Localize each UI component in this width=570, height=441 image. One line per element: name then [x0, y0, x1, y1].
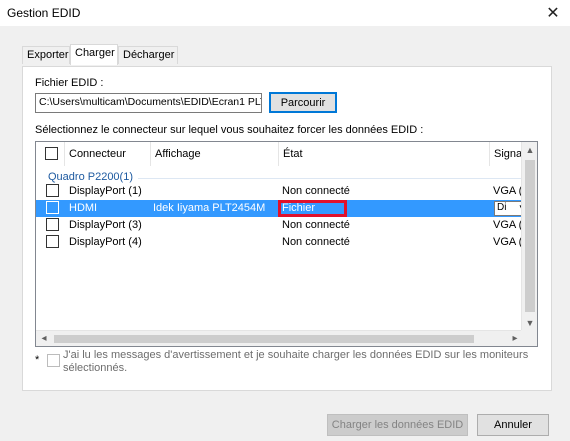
row-checkbox[interactable]: [46, 218, 59, 231]
signal-dropdown-value: Di: [497, 202, 507, 213]
row-signal: VGA (A: [493, 236, 523, 248]
group-divider: [138, 178, 528, 179]
row-connector: DisplayPort (3): [69, 219, 142, 231]
scroll-up-icon[interactable]: ▲: [522, 142, 537, 158]
scroll-down-icon[interactable]: ▼: [522, 315, 537, 331]
select-all-checkbox[interactable]: [45, 147, 58, 160]
tab-decharger[interactable]: Décharger: [118, 46, 178, 64]
required-marker: *: [35, 354, 40, 366]
row-connector: HDMI: [69, 202, 98, 214]
horizontal-scrollbar[interactable]: ◂ ▸: [36, 330, 523, 346]
tab-exporter[interactable]: Exporter: [22, 46, 70, 64]
row-state: Non connecté: [282, 236, 350, 248]
select-connector-label: Sélectionnez le connecteur sur lequel vo…: [35, 124, 424, 136]
row-connector: DisplayPort (1): [69, 185, 142, 197]
group-title[interactable]: Quadro P2200(1): [48, 171, 133, 183]
table-row[interactable]: DisplayPort (3) Non connecté VGA (A: [36, 217, 523, 234]
browse-button[interactable]: Parcourir: [269, 92, 337, 113]
row-state: Non connecté: [282, 219, 350, 231]
file-label: Fichier EDID :: [35, 77, 104, 89]
column-etat[interactable]: État: [279, 142, 490, 166]
row-checkbox[interactable]: [46, 184, 59, 197]
column-connecteur[interactable]: Connecteur: [65, 142, 151, 166]
scroll-corner: [521, 330, 537, 346]
row-checkbox[interactable]: [46, 235, 59, 248]
vertical-scroll-thumb[interactable]: [525, 160, 535, 312]
list-header: Connecteur Affichage État Signal: [36, 142, 537, 166]
acknowledge-text: J'ai lu les messages d'avertissement et …: [63, 349, 529, 374]
window-title: Gestion EDID: [7, 6, 81, 20]
vertical-scrollbar[interactable]: ▲ ▼: [521, 142, 537, 331]
file-path-field[interactable]: C:\Users\multicam\Documents\EDID\Ecran1 …: [35, 93, 262, 113]
header-select-all: [36, 142, 65, 166]
cancel-button[interactable]: Annuler: [477, 414, 549, 436]
row-state: Non connecté: [282, 185, 350, 197]
connector-list[interactable]: Connecteur Affichage État Signal Quadro …: [35, 141, 538, 347]
table-row[interactable]: DisplayPort (4) Non connecté VGA (A: [36, 234, 523, 251]
row-signal: VGA (A: [493, 185, 523, 197]
table-row-selected[interactable]: HDMI Idek Iiyama PLT2454M Fichier Di ▾: [36, 200, 527, 217]
row-signal: VGA (A: [493, 219, 523, 231]
table-row[interactable]: DisplayPort (1) Non connecté VGA (A: [36, 183, 523, 200]
tab-charger[interactable]: Charger: [70, 44, 118, 65]
horizontal-scroll-thumb[interactable]: [54, 335, 474, 343]
title-bar: Gestion EDID ✕: [0, 0, 570, 26]
row-display: Idek Iiyama PLT2454M: [153, 202, 266, 214]
dialog-body: Exporter Charger Décharger Fichier EDID …: [0, 26, 570, 441]
charger-panel: Fichier EDID : C:\Users\multicam\Documen…: [22, 66, 552, 391]
load-edid-button[interactable]: Charger les données EDID: [327, 414, 468, 436]
state-highlight-box: [278, 200, 347, 217]
scroll-left-icon[interactable]: ◂: [36, 331, 52, 346]
acknowledge-checkbox[interactable]: [47, 354, 60, 367]
row-checkbox[interactable]: [46, 201, 59, 214]
column-affichage[interactable]: Affichage: [151, 142, 279, 166]
row-connector: DisplayPort (4): [69, 236, 142, 248]
close-icon[interactable]: ✕: [536, 0, 570, 26]
